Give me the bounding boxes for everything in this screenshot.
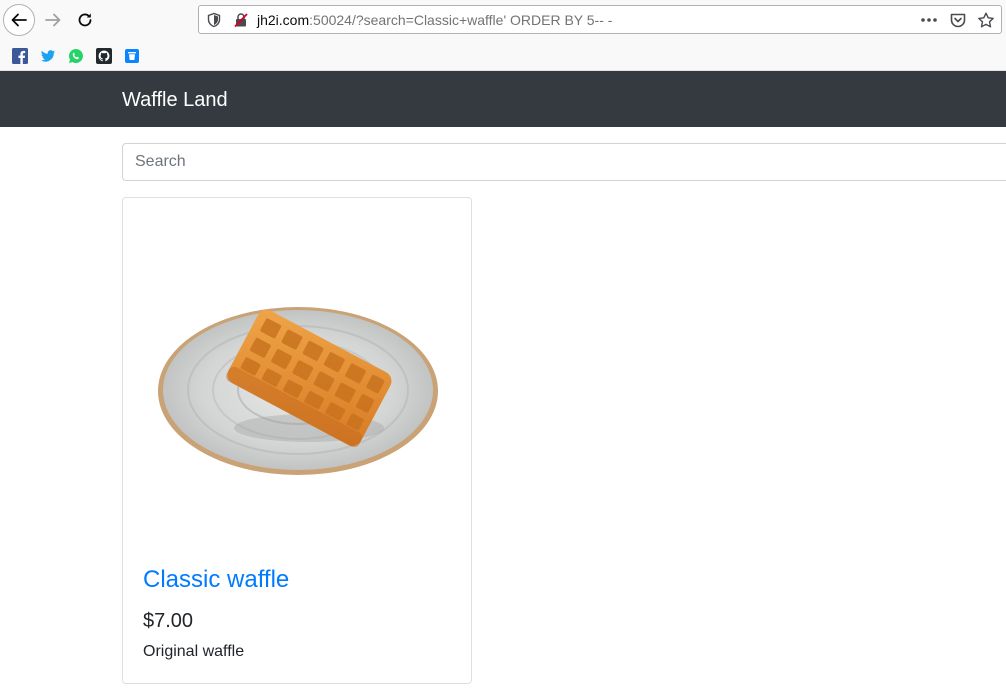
- product-description: Original waffle: [143, 643, 245, 660]
- site-navbar: Waffle Land: [0, 71, 1006, 127]
- shield-icon[interactable]: [206, 12, 222, 28]
- product-price: $7.00: [143, 610, 194, 632]
- back-button[interactable]: [3, 4, 35, 36]
- facebook-bookmark[interactable]: [12, 48, 28, 64]
- trash-icon: [125, 49, 139, 63]
- url-bar[interactable]: jh2i.com:50024/?search=Classic+waffle' O…: [198, 5, 1002, 34]
- forward-arrow-icon: [45, 13, 61, 27]
- product-title-link[interactable]: Classic waffle: [143, 566, 289, 594]
- github-icon: [96, 48, 112, 64]
- bookmarks-bar: [0, 40, 1006, 71]
- browser-toolbar: jh2i.com:50024/?search=Classic+waffle' O…: [0, 0, 1006, 40]
- url-text[interactable]: jh2i.com:50024/?search=Classic+waffle' O…: [257, 12, 612, 30]
- reload-icon: [78, 13, 92, 27]
- forward-button[interactable]: [37, 4, 69, 36]
- url-host: jh2i.com: [257, 12, 310, 28]
- url-path: :50024/?search=Classic+waffle' ORDER BY …: [309, 12, 613, 28]
- more-dots-icon[interactable]: [920, 12, 938, 28]
- waffle-product-image: [158, 307, 438, 475]
- pocket-icon[interactable]: [949, 12, 967, 28]
- whatsapp-bookmark[interactable]: [68, 48, 84, 64]
- github-bookmark[interactable]: [96, 48, 112, 64]
- insecure-lock-icon[interactable]: [233, 12, 249, 28]
- search-input[interactable]: [122, 143, 1006, 181]
- facebook-icon: [12, 48, 28, 64]
- trash-bookmark[interactable]: [124, 48, 140, 64]
- brand-link[interactable]: Waffle Land: [122, 88, 228, 112]
- product-card: Classic waffle $7.00 Original waffle: [122, 197, 472, 684]
- twitter-icon: [41, 50, 55, 62]
- back-arrow-icon: [11, 13, 27, 27]
- star-icon[interactable]: [977, 12, 995, 28]
- reload-button[interactable]: [69, 4, 101, 36]
- twitter-bookmark[interactable]: [40, 48, 56, 64]
- whatsapp-icon: [69, 49, 83, 63]
